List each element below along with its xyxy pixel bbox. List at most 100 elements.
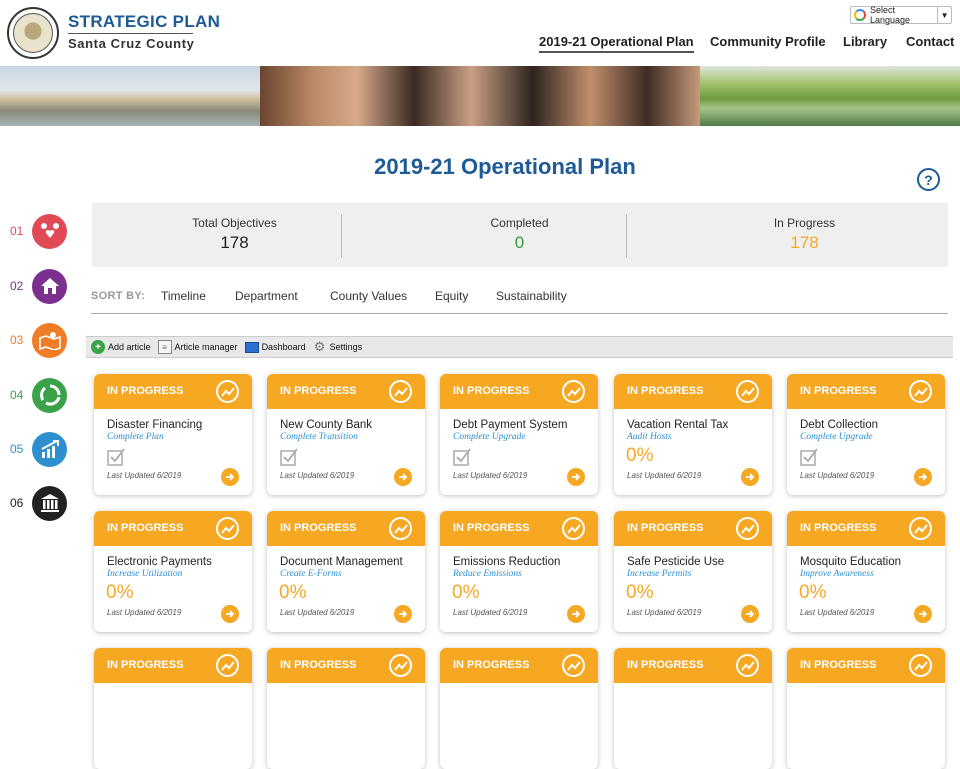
card-subtitle: Improve Awareness [800, 569, 874, 579]
card-header: IN PROGRESS [94, 374, 252, 409]
objective-card[interactable]: IN PROGRESS Debt Collection Complete Upgra… [787, 374, 945, 495]
objective-card[interactable]: IN PROGRESS [614, 648, 772, 769]
google-icon [854, 9, 866, 21]
sort-department[interactable]: Department [235, 289, 298, 303]
last-updated: Last Updated 6/2019 [800, 608, 875, 617]
card-subtitle: Complete Upgrade [800, 432, 873, 442]
focus-area-item[interactable]: 06 [10, 484, 70, 522]
objective-card[interactable]: IN PROGRESS Disaster Financing Complete Pl… [94, 374, 252, 495]
sort-by-label: SORT BY: [91, 290, 146, 302]
status-badge: IN PROGRESS [453, 385, 530, 397]
focus-area-item[interactable]: 02 [10, 267, 70, 305]
trend-icon [562, 654, 585, 677]
objective-card[interactable]: IN PROGRESS [787, 648, 945, 769]
progress-percent: 0% [452, 582, 480, 603]
arrow-right-icon[interactable] [394, 605, 412, 623]
nav-operational-plan[interactable]: 2019-21 Operational Plan [539, 34, 694, 53]
status-badge: IN PROGRESS [280, 522, 357, 534]
county-seal-logo[interactable] [7, 7, 59, 59]
brand-divider [68, 33, 193, 34]
card-title: Safe Pesticide Use [627, 556, 725, 568]
card-subtitle: Audit Hosts [627, 432, 672, 442]
people-heart-icon [32, 213, 67, 249]
arrow-right-icon[interactable] [221, 605, 239, 623]
arrow-right-icon[interactable] [741, 605, 759, 623]
checkbox-icon [800, 447, 819, 466]
arrow-right-icon[interactable] [221, 468, 239, 486]
stat-label: Completed [490, 216, 549, 230]
toolbar-label: Dashboard [261, 342, 306, 352]
trend-icon [736, 380, 759, 403]
arrow-right-icon[interactable] [914, 468, 932, 486]
objective-card[interactable]: IN PROGRESS [94, 648, 252, 769]
arrow-right-icon[interactable] [741, 468, 759, 486]
trend-icon [216, 380, 239, 403]
focus-area-item[interactable]: 04 [10, 376, 70, 414]
growth-chart-icon [32, 431, 67, 467]
stat-completed: Completed 0 [377, 203, 662, 267]
focus-area-item[interactable]: 03 [10, 321, 70, 359]
arrow-right-icon[interactable] [567, 605, 585, 623]
language-select[interactable]: Select Language ▼ [850, 5, 952, 25]
objective-card[interactable]: IN PROGRESS New County Bank Complete Trans… [267, 374, 425, 495]
progress-percent: 0% [279, 582, 307, 603]
objective-card[interactable]: IN PROGRESS Emissions Reduction Reduce Emi… [440, 511, 598, 632]
stat-value: 0 [514, 233, 525, 252]
arrow-right-icon[interactable] [914, 605, 932, 623]
page-title: 2019-21 Operational Plan [374, 154, 636, 179]
objective-card[interactable]: IN PROGRESS Vacation Rental Tax Audit Host… [614, 374, 772, 495]
map-pin-icon [32, 322, 67, 358]
arrow-right-icon[interactable] [567, 468, 585, 486]
sort-equity[interactable]: Equity [435, 289, 468, 303]
card-subtitle: Reduce Emissions [453, 569, 522, 579]
focus-area-number: 03 [10, 333, 24, 347]
help-icon[interactable]: ? [917, 168, 940, 191]
card-title: Document Management [280, 556, 403, 568]
last-updated: Last Updated 6/2019 [453, 608, 528, 617]
sort-county-values[interactable]: County Values [330, 289, 407, 303]
objective-card[interactable]: IN PROGRESS Safe Pesticide Use Increase Pe… [614, 511, 772, 632]
focus-area-number: 02 [10, 279, 24, 293]
stat-total: Total Objectives 178 [92, 203, 377, 267]
stat-label: In Progress [773, 216, 836, 230]
article-manager-icon: ≡ [157, 340, 172, 354]
sort-sustainability[interactable]: Sustainability [496, 289, 567, 303]
card-header: IN PROGRESS [614, 511, 772, 546]
settings-button[interactable]: ⚙ Settings [313, 339, 362, 354]
objective-card[interactable]: IN PROGRESS Mosquito Education Improve Awa… [787, 511, 945, 632]
nav-library[interactable]: Library [843, 34, 887, 49]
progress-percent: 0% [799, 582, 827, 603]
card-header: IN PROGRESS [614, 648, 772, 683]
card-header: IN PROGRESS [267, 511, 425, 546]
dashboard-button[interactable]: Dashboard [244, 341, 306, 353]
status-badge: IN PROGRESS [453, 659, 530, 671]
focus-area-item[interactable]: 05 [10, 430, 70, 468]
card-subtitle: Increase Permits [627, 569, 692, 579]
objective-card[interactable]: IN PROGRESS Document Management Create E-F… [267, 511, 425, 632]
brand-subtitle: Santa Cruz County [68, 36, 195, 51]
objective-card[interactable]: IN PROGRESS Debt Payment System Complete U… [440, 374, 598, 495]
brand-title[interactable]: STRATEGIC PLAN [68, 12, 220, 32]
card-header: IN PROGRESS [787, 374, 945, 409]
card-subtitle: Increase Utilization [107, 569, 183, 579]
card-header: IN PROGRESS [440, 648, 598, 683]
nav-community-profile[interactable]: Community Profile [710, 34, 826, 49]
focus-area-item[interactable]: 01 [10, 212, 70, 250]
add-article-button[interactable]: + Add article [91, 340, 151, 354]
hero-banner [0, 66, 960, 126]
objective-card[interactable]: IN PROGRESS [440, 648, 598, 769]
nav-contact[interactable]: Contact [906, 34, 954, 49]
focus-area-number: 05 [10, 442, 24, 456]
trend-icon [389, 654, 412, 677]
monitor-icon [244, 341, 259, 353]
card-title: Debt Collection [800, 419, 878, 431]
objective-card[interactable]: IN PROGRESS Electronic Payments Increase U… [94, 511, 252, 632]
article-manager-button[interactable]: ≡ Article manager [157, 340, 238, 354]
sort-timeline[interactable]: Timeline [161, 289, 206, 303]
card-title: Mosquito Education [800, 556, 902, 568]
card-title: Emissions Reduction [453, 556, 561, 568]
objective-card[interactable]: IN PROGRESS [267, 648, 425, 769]
language-select-label: Select Language [869, 5, 910, 25]
arrow-right-icon[interactable] [394, 468, 412, 486]
toolbar-label: Article manager [174, 342, 238, 352]
